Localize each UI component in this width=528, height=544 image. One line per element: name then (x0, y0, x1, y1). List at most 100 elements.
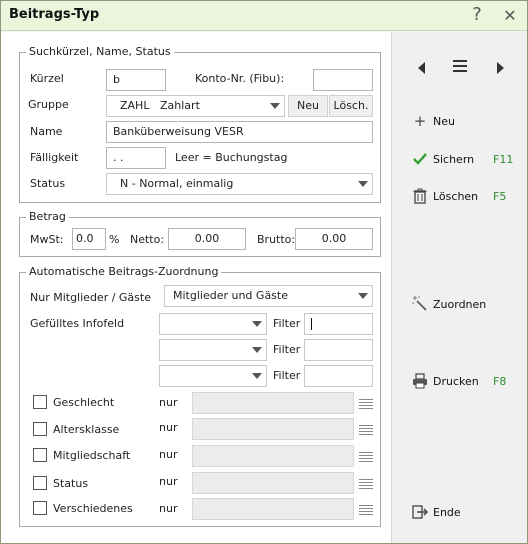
kuerzel-input[interactable]: b (106, 69, 166, 91)
betrag-group: Betrag MwSt: 0.0 % Netto: 0.00 Brutto: 0… (19, 210, 381, 257)
loeschen-shortcut: F5 (493, 190, 507, 203)
mitgliedschaft-field (192, 445, 354, 467)
infofeld-select-2[interactable] (159, 339, 267, 361)
verschiedenes-checkbox[interactable] (33, 501, 47, 515)
geschlecht-checkbox[interactable] (33, 395, 47, 409)
list-icon (359, 450, 373, 464)
geschlecht-label: Geschlecht (53, 396, 115, 409)
mwst-input[interactable]: 0.0 (72, 228, 106, 250)
gruppe-select[interactable]: ZAHL Zahlart (106, 95, 285, 117)
plus-icon: + (413, 112, 427, 130)
altersklasse-field (192, 418, 354, 440)
check-icon (413, 153, 427, 165)
status-check-label: Status (53, 477, 89, 490)
konto-input[interactable] (313, 69, 373, 91)
neu-label: Neu (433, 115, 455, 128)
filter-input-1[interactable] (304, 313, 373, 335)
chevron-down-icon (252, 321, 262, 327)
status-field (192, 472, 354, 494)
geschlecht-field (192, 392, 354, 414)
chevron-down-icon (358, 181, 368, 187)
loeschen-label: Löschen (433, 190, 479, 203)
altersklasse-checkbox[interactable] (33, 422, 47, 436)
filter-label-2: Filter (273, 343, 301, 356)
previous-icon[interactable] (413, 59, 431, 77)
gruppe-neu-button[interactable]: Neu (288, 95, 328, 117)
mitgliedschaft-label: Mitgliedschaft (53, 449, 131, 462)
drucken-shortcut: F8 (493, 375, 507, 388)
nur-label: Nur Mitglieder / Gäste (30, 291, 151, 304)
next-icon[interactable] (491, 59, 509, 77)
list-icon (359, 477, 373, 491)
kuerzel-label: Kürzel (30, 72, 64, 85)
altersklasse-label: Altersklasse (53, 423, 120, 436)
sichern-label: Sichern (433, 153, 475, 166)
form-panel: Suchkürzel, Name, Status Kürzel b Konto-… (1, 32, 392, 543)
beitrags-typ-window: Beitrags-Typ ? ✕ Suchkürzel, Name, Statu… (0, 0, 528, 544)
faelligkeit-input[interactable]: . . (106, 147, 166, 169)
filter-label-1: Filter (273, 317, 301, 330)
magic-wand-icon (412, 296, 427, 311)
netto-label: Netto: (130, 233, 165, 246)
verschiedenes-nur: nur (159, 502, 178, 515)
infofeld-select-3[interactable] (159, 365, 267, 387)
chevron-down-icon (358, 293, 368, 299)
konto-label: Konto-Nr. (Fibu): (195, 72, 285, 85)
printer-icon (413, 373, 427, 389)
gruppe-label: Gruppe (28, 98, 69, 111)
faelligkeit-label: Fälligkeit (30, 151, 79, 164)
geschlecht-nur: nur (159, 396, 178, 409)
name-label: Name (30, 125, 63, 138)
close-icon[interactable]: ✕ (499, 6, 521, 25)
verschiedenes-field (192, 498, 354, 520)
betrag-group-legend: Betrag (26, 210, 69, 223)
brutto-input[interactable]: 0.00 (295, 228, 373, 250)
auto-group-legend: Automatische Beitrags-Zuordnung (26, 265, 222, 278)
mitgliedschaft-checkbox[interactable] (33, 448, 47, 462)
mitgliedschaft-nur: nur (159, 448, 178, 461)
chevron-down-icon (252, 373, 262, 379)
exit-icon (412, 505, 429, 519)
sichern-shortcut: F11 (493, 153, 514, 166)
chevron-down-icon (252, 347, 262, 353)
menu-icon[interactable] (453, 60, 467, 72)
list-icon (359, 423, 373, 437)
faelligkeit-hint: Leer = Buchungstag (175, 151, 288, 164)
filter-input-2[interactable] (304, 339, 373, 361)
window-title: Beitrags-Typ (9, 7, 100, 22)
nur-value: Mitglieder und Gäste (173, 289, 288, 302)
list-icon (359, 503, 373, 517)
gruppe-code: ZAHL (120, 99, 150, 112)
list-icon (359, 397, 373, 411)
help-icon[interactable]: ? (466, 4, 488, 25)
status-nur: nur (159, 475, 178, 488)
status-checkbox[interactable] (33, 476, 47, 490)
filter-input-3[interactable] (304, 365, 373, 387)
chevron-down-icon (270, 103, 280, 109)
search-group: Suchkürzel, Name, Status Kürzel b Konto-… (19, 45, 381, 203)
brutto-label: Brutto: (257, 233, 296, 246)
filter-label-3: Filter (273, 369, 301, 382)
altersklasse-nur: nur (159, 421, 178, 434)
search-group-legend: Suchkürzel, Name, Status (26, 45, 174, 58)
ende-label: Ende (433, 506, 461, 519)
nur-select[interactable]: Mitglieder und Gäste (164, 285, 373, 307)
title-bar: Beitrags-Typ ? ✕ (1, 1, 527, 31)
text-cursor (311, 318, 312, 330)
status-select[interactable]: N - Normal, einmalig (106, 173, 373, 195)
infofeld-select-1[interactable] (159, 313, 267, 335)
percent-label: % (109, 233, 120, 246)
netto-input[interactable]: 0.00 (168, 228, 246, 250)
action-sidebar: + Neu Sichern F11 Löschen F5 Zuordnen Dr… (393, 32, 527, 543)
name-input[interactable]: Banküberweisung VESR (106, 121, 373, 143)
gruppe-loesch-button[interactable]: Lösch. (329, 95, 373, 117)
infofeld-label: Gefülltes Infofeld (30, 317, 125, 330)
verschiedenes-label: Verschiedenes (53, 502, 133, 515)
trash-icon (413, 188, 427, 204)
zuordnen-label: Zuordnen (433, 298, 487, 311)
status-value: N - Normal, einmalig (120, 177, 234, 190)
auto-group: Automatische Beitrags-Zuordnung Nur Mitg… (19, 265, 381, 527)
status-label: Status (30, 177, 66, 190)
mwst-label: MwSt: (30, 233, 64, 246)
gruppe-value: Zahlart (160, 99, 200, 112)
